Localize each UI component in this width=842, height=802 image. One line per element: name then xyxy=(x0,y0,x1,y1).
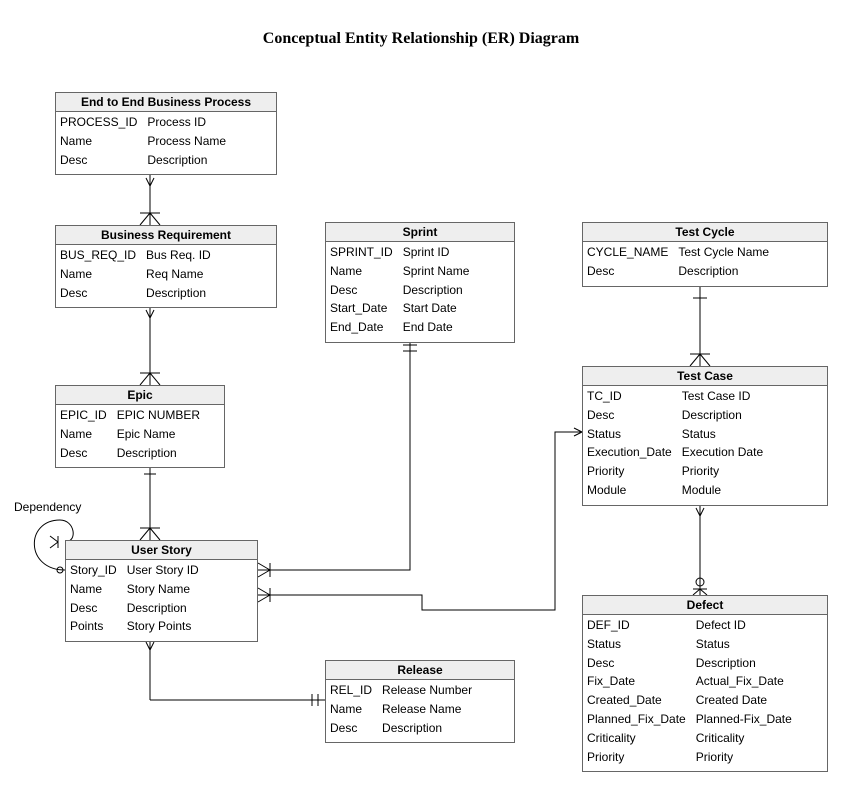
entity-business-requirement-title: Business Requirement xyxy=(56,226,276,245)
attr-desc: Status xyxy=(682,426,763,443)
attr-key: PROCESS_ID xyxy=(60,114,137,131)
attr-desc: Story Points xyxy=(127,618,199,635)
attr-key: Planned_Fix_Date xyxy=(587,711,686,728)
attr-key: Criticality xyxy=(587,730,686,747)
attr-desc: Release Name xyxy=(382,701,472,718)
attr-key: Story_ID xyxy=(70,562,117,579)
attr-desc: End Date xyxy=(403,319,470,336)
attr-key: Execution_Date xyxy=(587,444,672,461)
attr-desc: Planned-Fix_Date xyxy=(696,711,792,728)
attr-desc: Status xyxy=(696,636,792,653)
attr-desc: Bus Req. ID xyxy=(146,247,211,264)
attr-key: Module xyxy=(587,482,672,499)
entity-test-case-title: Test Case xyxy=(583,367,827,386)
attr-key: Start_Date xyxy=(330,300,393,317)
attr-key: Desc xyxy=(587,655,686,672)
attr-desc: Test Cycle Name xyxy=(678,244,769,261)
attr-key: Desc xyxy=(60,152,137,169)
entity-epic-title: Epic xyxy=(56,386,224,405)
attr-key: BUS_REQ_ID xyxy=(60,247,136,264)
attr-desc: Description xyxy=(678,263,769,280)
attr-key: Priority xyxy=(587,749,686,766)
attr-key: Created_Date xyxy=(587,692,686,709)
diagram-title: Conceptual Entity Relationship (ER) Diag… xyxy=(0,30,842,48)
attr-key: CYCLE_NAME xyxy=(587,244,668,261)
attr-desc: Test Case ID xyxy=(682,388,763,405)
attr-desc: Process ID xyxy=(147,114,226,131)
attr-key: Desc xyxy=(70,600,117,617)
attr-key: Name xyxy=(70,581,117,598)
attr-desc: Priority xyxy=(682,463,763,480)
attr-key: Desc xyxy=(60,285,136,302)
attr-key: SPRINT_ID xyxy=(330,244,393,261)
entity-user-story: User Story Story_ID Name Desc Points Use… xyxy=(65,540,258,642)
attr-key: Status xyxy=(587,426,672,443)
attr-desc: Story Name xyxy=(127,581,199,598)
attr-key: Desc xyxy=(330,720,372,737)
entity-sprint-title: Sprint xyxy=(326,223,514,242)
attr-key: REL_ID xyxy=(330,682,372,699)
entity-process-title: End to End Business Process xyxy=(56,93,276,112)
entity-epic: Epic EPIC_ID Name Desc EPIC NUMBER Epic … xyxy=(55,385,225,468)
attr-desc: Description xyxy=(147,152,226,169)
attr-desc: Description xyxy=(117,445,200,462)
entity-test-cycle-title: Test Cycle xyxy=(583,223,827,242)
entity-process: End to End Business Process PROCESS_ID N… xyxy=(55,92,277,175)
attr-key: Name xyxy=(330,701,372,718)
entity-defect-title: Defect xyxy=(583,596,827,615)
attr-desc: Actual_Fix_Date xyxy=(696,673,792,690)
attr-desc: Created Date xyxy=(696,692,792,709)
attr-desc: Epic Name xyxy=(117,426,200,443)
attr-desc: Process Name xyxy=(147,133,226,150)
attr-key: Name xyxy=(60,266,136,283)
attr-desc: Start Date xyxy=(403,300,470,317)
attr-key: DEF_ID xyxy=(587,617,686,634)
entity-sprint: Sprint SPRINT_ID Name Desc Start_Date En… xyxy=(325,222,515,343)
attr-desc: Description xyxy=(696,655,792,672)
attr-key: Desc xyxy=(60,445,107,462)
attr-desc: Description xyxy=(403,282,470,299)
attr-desc: User Story ID xyxy=(127,562,199,579)
entity-user-story-title: User Story xyxy=(66,541,257,560)
attr-desc: Defect ID xyxy=(696,617,792,634)
attr-desc: Sprint Name xyxy=(403,263,470,280)
attr-key: Priority xyxy=(587,463,672,480)
attr-desc: Criticality xyxy=(696,730,792,747)
attr-desc: Sprint ID xyxy=(403,244,470,261)
attr-key: Name xyxy=(60,133,137,150)
dependency-label: Dependency xyxy=(14,500,81,514)
attr-desc: Req Name xyxy=(146,266,211,283)
entity-release: Release REL_ID Name Desc Release Number … xyxy=(325,660,515,743)
attr-desc: Module xyxy=(682,482,763,499)
attr-key: Name xyxy=(330,263,393,280)
entity-test-case: Test Case TC_ID Desc Status Execution_Da… xyxy=(582,366,828,506)
attr-key: Desc xyxy=(587,263,668,280)
attr-desc: Description xyxy=(382,720,472,737)
attr-desc: Description xyxy=(682,407,763,424)
entity-test-cycle: Test Cycle CYCLE_NAME Desc Test Cycle Na… xyxy=(582,222,828,287)
entity-business-requirement: Business Requirement BUS_REQ_ID Name Des… xyxy=(55,225,277,308)
attr-key: Desc xyxy=(330,282,393,299)
attr-desc: EPIC NUMBER xyxy=(117,407,200,424)
attr-key: TC_ID xyxy=(587,388,672,405)
attr-desc: Release Number xyxy=(382,682,472,699)
attr-key: Name xyxy=(60,426,107,443)
entity-release-title: Release xyxy=(326,661,514,680)
attr-desc: Description xyxy=(127,600,199,617)
attr-key: EPIC_ID xyxy=(60,407,107,424)
entity-defect: Defect DEF_ID Status Desc Fix_Date Creat… xyxy=(582,595,828,772)
attr-key: Status xyxy=(587,636,686,653)
attr-desc: Execution Date xyxy=(682,444,763,461)
attr-desc: Description xyxy=(146,285,211,302)
attr-key: Desc xyxy=(587,407,672,424)
attr-key: Points xyxy=(70,618,117,635)
attr-key: Fix_Date xyxy=(587,673,686,690)
attr-key: End_Date xyxy=(330,319,393,336)
attr-desc: Priority xyxy=(696,749,792,766)
